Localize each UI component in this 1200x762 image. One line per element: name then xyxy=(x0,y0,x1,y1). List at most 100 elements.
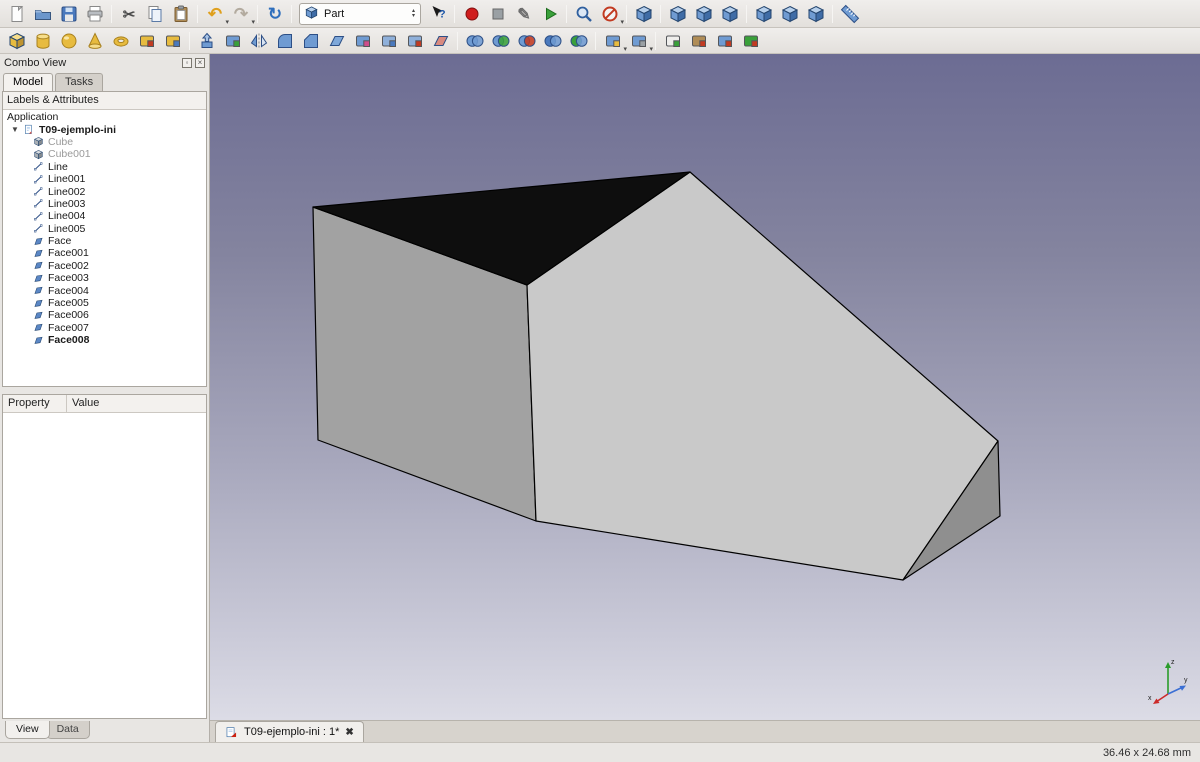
part-refine-shape-button[interactable] xyxy=(738,29,763,53)
draw-style-button[interactable]: ▾ xyxy=(597,2,622,26)
save-document-button[interactable] xyxy=(56,2,81,26)
tree-item-line003[interactable]: Line003 xyxy=(3,198,206,210)
tree-root-application[interactable]: Application xyxy=(3,111,206,123)
part-extrude-button[interactable] xyxy=(194,29,219,53)
part-cut-button[interactable] xyxy=(514,29,539,53)
dropdown-caret[interactable]: ▾ xyxy=(649,46,653,53)
part-compound-button[interactable] xyxy=(462,29,487,53)
face-icon xyxy=(33,298,44,309)
tab-tasks[interactable]: Tasks xyxy=(55,73,103,91)
3d-viewport[interactable]: z y x xyxy=(210,54,1200,720)
tree-item-cube001[interactable]: Cube001 xyxy=(3,148,206,160)
dropdown-caret[interactable]: ▾ xyxy=(251,19,255,26)
part-join-connect-button[interactable]: ▾ xyxy=(600,29,625,53)
view-right-button[interactable] xyxy=(717,2,742,26)
part-sphere-button[interactable] xyxy=(56,29,81,53)
print-document-button[interactable] xyxy=(82,2,107,26)
application-label: Application xyxy=(7,111,58,123)
tree-item-cube[interactable]: Cube xyxy=(3,136,206,148)
tab-data[interactable]: Data xyxy=(46,721,90,739)
property-column-header[interactable]: Property xyxy=(3,395,67,412)
tab-view[interactable]: View xyxy=(5,721,50,739)
expander-icon[interactable]: ▼ xyxy=(11,125,19,134)
macro-record-button[interactable] xyxy=(459,2,484,26)
part-ruled-surface-button[interactable] xyxy=(350,29,375,53)
copy-button[interactable] xyxy=(142,2,167,26)
part-loft-button[interactable] xyxy=(376,29,401,53)
workbench-value: Part xyxy=(324,8,405,20)
float-panel-icon[interactable]: ◦ xyxy=(182,58,192,68)
cut-button[interactable]: ✂ xyxy=(116,2,141,26)
face-icon xyxy=(33,236,44,247)
part-make-face-button[interactable] xyxy=(324,29,349,53)
tree-item-face002[interactable]: Face002 xyxy=(3,260,206,272)
document-tab[interactable]: T09-ejemplo-ini : 1* ✖ xyxy=(215,721,364,742)
macro-edit-button[interactable]: ✎ xyxy=(511,2,536,26)
tree-header[interactable]: Labels & Attributes xyxy=(3,92,206,110)
tree-item-label: Face002 xyxy=(48,260,89,272)
whats-this-button[interactable]: ? xyxy=(425,2,450,26)
part-check-geometry-button[interactable] xyxy=(660,29,685,53)
workbench-selector[interactable]: Part ▴▾ xyxy=(299,3,421,25)
part-common-button[interactable] xyxy=(566,29,591,53)
part-mirror-button[interactable] xyxy=(246,29,271,53)
tree-item-line002[interactable]: Line002 xyxy=(3,185,206,197)
refresh-button[interactable]: ↻ xyxy=(262,2,287,26)
open-document-button[interactable] xyxy=(30,2,55,26)
view-bottom-button[interactable] xyxy=(777,2,802,26)
tree-item-face005[interactable]: Face005 xyxy=(3,297,206,309)
part-sweep-button[interactable] xyxy=(402,29,427,53)
macro-stop-button[interactable] xyxy=(485,2,510,26)
tree-item-line[interactable]: Line xyxy=(3,161,206,173)
tree-item-face003[interactable]: Face003 xyxy=(3,272,206,284)
tree-item-face006[interactable]: Face006 xyxy=(3,309,206,321)
part-chamfer-button[interactable] xyxy=(298,29,323,53)
toolbar-separator xyxy=(197,5,198,23)
part-boolean-button[interactable] xyxy=(488,29,513,53)
macro-execute-button[interactable] xyxy=(537,2,562,26)
tree-item-line004[interactable]: Line004 xyxy=(3,210,206,222)
part-shape-builder-button[interactable] xyxy=(160,29,185,53)
new-document-button[interactable] xyxy=(4,2,29,26)
part-cone-button[interactable] xyxy=(82,29,107,53)
tree-item-document[interactable]: ▼T09-ejemplo-ini xyxy=(3,123,206,135)
part-cylinder-button[interactable] xyxy=(30,29,55,53)
tree-item-face004[interactable]: Face004 xyxy=(3,284,206,296)
part-primitives-button[interactable] xyxy=(134,29,159,53)
value-column-header[interactable]: Value xyxy=(67,395,104,412)
view-axonometric-button[interactable] xyxy=(631,2,656,26)
fit-all-button[interactable] xyxy=(571,2,596,26)
view-left-button[interactable] xyxy=(803,2,828,26)
part-union-button[interactable] xyxy=(540,29,565,53)
redo-button[interactable]: ↷▾ xyxy=(228,2,253,26)
part-fillet-button[interactable] xyxy=(272,29,297,53)
combo-spin-arrows[interactable]: ▴▾ xyxy=(410,9,417,19)
close-panel-icon[interactable]: × xyxy=(195,58,205,68)
part-revolve-button[interactable] xyxy=(220,29,245,53)
view-rear-button[interactable] xyxy=(751,2,776,26)
part-section-button[interactable] xyxy=(428,29,453,53)
dropdown-caret[interactable]: ▾ xyxy=(620,19,624,26)
tree-item-face007[interactable]: Face007 xyxy=(3,322,206,334)
part-thickness-button[interactable] xyxy=(712,29,737,53)
undo-button[interactable]: ↶▾ xyxy=(202,2,227,26)
part-torus-button[interactable] xyxy=(108,29,133,53)
tree-item-face008[interactable]: Face008 xyxy=(3,334,206,346)
tab-model[interactable]: Model xyxy=(3,73,53,91)
part-split-slice-button[interactable]: ▾ xyxy=(626,29,651,53)
tree-item-line005[interactable]: Line005 xyxy=(3,223,206,235)
part-defeaturing-button[interactable] xyxy=(686,29,711,53)
tree-item-label: Cube001 xyxy=(48,148,91,160)
paste-button[interactable] xyxy=(168,2,193,26)
tree-item-face001[interactable]: Face001 xyxy=(3,247,206,259)
measure-distance-button[interactable] xyxy=(837,2,862,26)
tree-item-line001[interactable]: Line001 xyxy=(3,173,206,185)
view-front-button[interactable] xyxy=(665,2,690,26)
part-box-button[interactable] xyxy=(4,29,29,53)
view-top-button[interactable] xyxy=(691,2,716,26)
tree-item-face[interactable]: Face xyxy=(3,235,206,247)
panel-splitter[interactable] xyxy=(0,387,209,394)
3d-scene xyxy=(210,54,1200,720)
toolbar-separator xyxy=(566,5,567,23)
close-tab-icon[interactable]: ✖ xyxy=(345,727,353,738)
